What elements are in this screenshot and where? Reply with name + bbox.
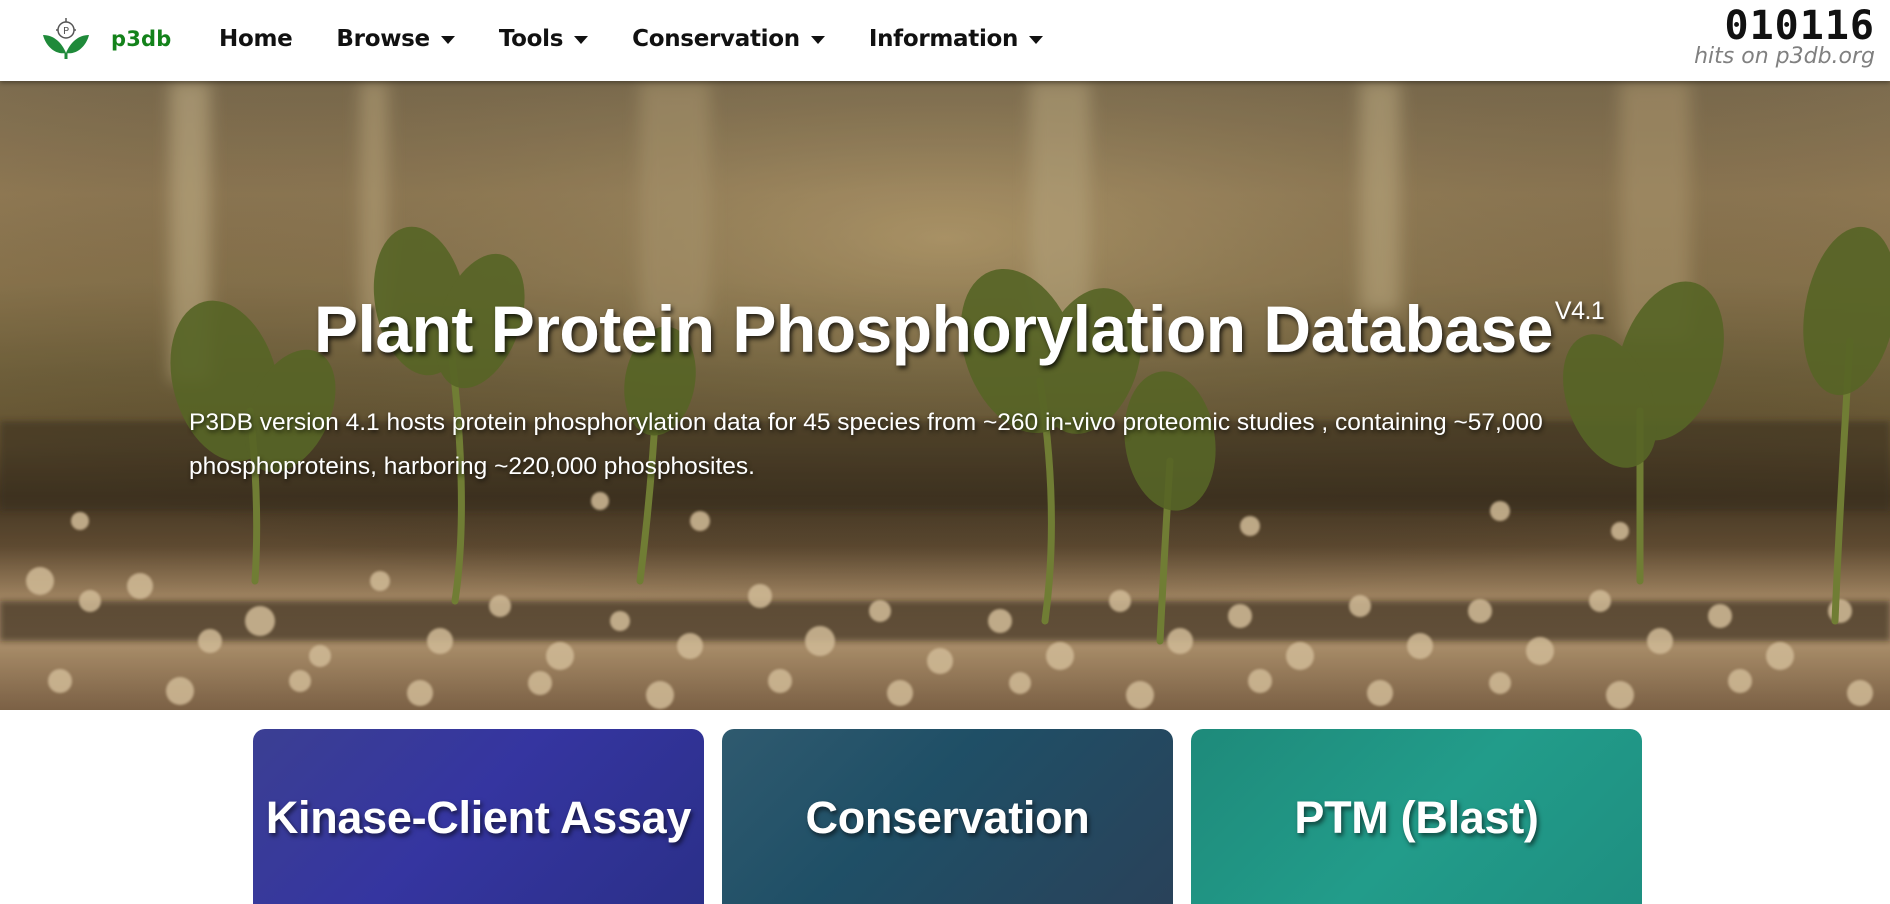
- nav-item-browse[interactable]: Browse: [336, 26, 455, 52]
- nav-item-label: Browse: [336, 26, 430, 52]
- top-navbar: P p3db Home Browse Tools Conservation In…: [0, 0, 1890, 81]
- nav-item-information[interactable]: Information: [868, 26, 1044, 52]
- nav-item-home[interactable]: Home: [219, 26, 293, 52]
- kinase-client-assay-card[interactable]: Kinase-Client Assay: [253, 729, 704, 904]
- hit-counter-label: hits on p3db.org: [1694, 44, 1875, 69]
- card-label: Conservation: [805, 792, 1090, 843]
- ptm-blast-card[interactable]: PTM (Blast): [1191, 729, 1642, 904]
- hero-title: Plant Protein Phosphorylation DatabaseV4…: [314, 291, 1605, 367]
- brand-link[interactable]: P p3db: [40, 16, 172, 62]
- nav-item-label: Information: [868, 26, 1019, 52]
- hero-title-text: Plant Protein Phosphorylation Database: [314, 292, 1553, 366]
- nav-item-label: Home: [219, 26, 293, 52]
- hero-banner: Plant Protein Phosphorylation DatabaseV4…: [0, 81, 1890, 710]
- version-badge: V4.1: [1554, 297, 1605, 325]
- seedling-background-image: [0, 81, 1890, 710]
- hit-counter-value: 010116: [1724, 3, 1875, 49]
- caret-down-icon: [810, 36, 825, 44]
- brand-name: p3db: [111, 27, 172, 51]
- svg-text:P: P: [63, 26, 69, 37]
- card-label: Kinase-Client Assay: [265, 792, 692, 843]
- caret-down-icon: [574, 36, 589, 44]
- leaf-logo-icon: P: [43, 18, 89, 59]
- nav-item-conservation[interactable]: Conservation: [632, 26, 825, 52]
- card-label: PTM (Blast): [1294, 792, 1539, 843]
- nav-menu: Home Browse Tools Conservation Informati…: [219, 0, 1087, 78]
- caret-down-icon: [1029, 36, 1044, 44]
- nav-item-label: Conservation: [632, 26, 800, 52]
- nav-item-label: Tools: [498, 26, 564, 52]
- conservation-card[interactable]: Conservation: [722, 729, 1173, 904]
- nav-item-tools[interactable]: Tools: [498, 26, 589, 52]
- hero-description: P3DB version 4.1 hosts protein phosphory…: [189, 409, 1543, 480]
- caret-down-icon: [440, 36, 455, 44]
- hit-counter: 010116 hits on p3db.org: [1694, 4, 1875, 69]
